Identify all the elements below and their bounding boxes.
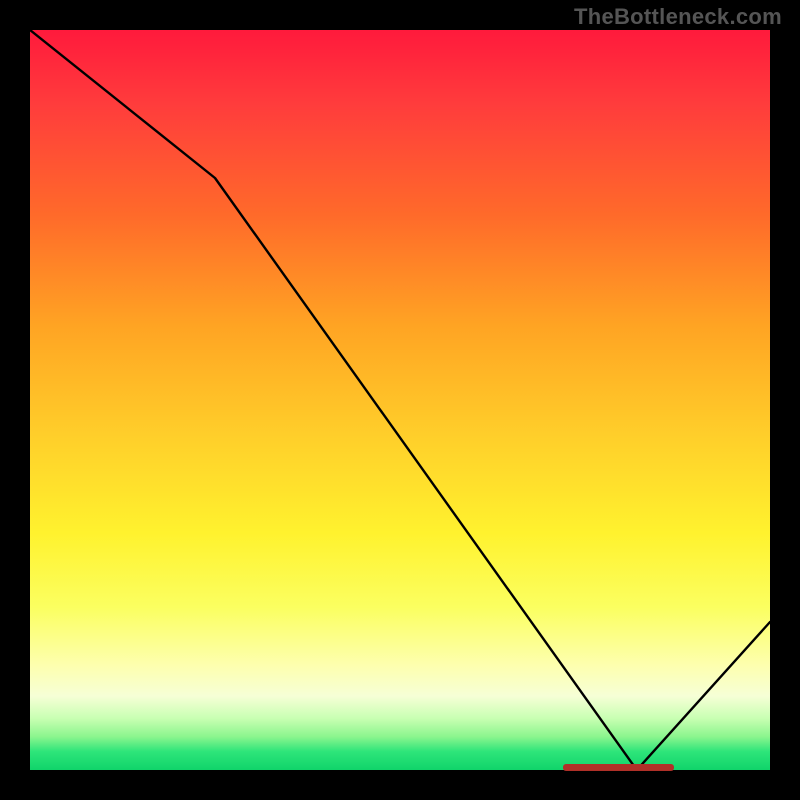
optimum-range-marker — [563, 764, 674, 771]
chart-frame: TheBottleneck.com — [0, 0, 800, 800]
bottleneck-curve — [30, 30, 770, 770]
watermark-text: TheBottleneck.com — [574, 4, 782, 30]
plot-area — [30, 30, 770, 770]
